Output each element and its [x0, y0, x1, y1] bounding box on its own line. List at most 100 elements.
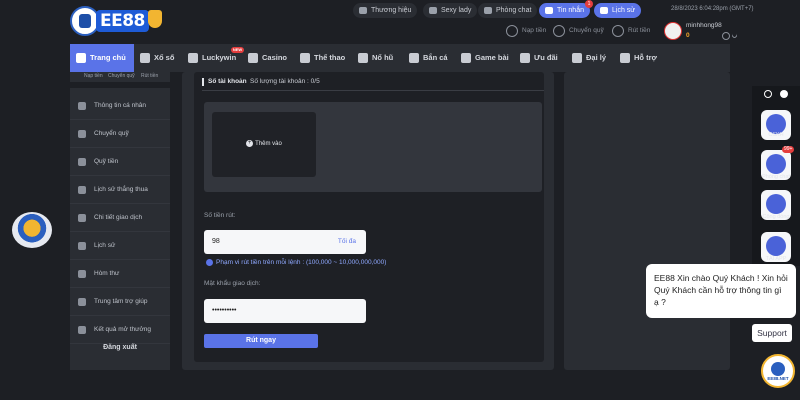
sidebar-item-transfer[interactable]: Chuyển quỹ: [70, 120, 170, 148]
amount-field[interactable]: 98 Tối đa: [204, 230, 366, 254]
floating-side-bar: CSKH 99+ Phòng chat Cộng đồng TẢI APP: [752, 86, 800, 266]
amount-value: 98: [212, 238, 220, 245]
top-link-sexy-lady[interactable]: Sexy lady: [423, 3, 478, 18]
cards-icon: [461, 53, 471, 63]
support-button[interactable]: Support: [752, 324, 792, 342]
headset-icon: [766, 114, 786, 134]
nav-slots[interactable]: Nổ hũ: [358, 44, 393, 72]
password-value: ••••••••••: [212, 307, 237, 314]
car-icon: [359, 7, 367, 14]
message-count-badge: 1: [584, 0, 593, 8]
username: minhhong98: [686, 22, 722, 29]
server-datetime: 28/8/2023 6:04:28pm (GMT+7): [671, 6, 754, 12]
info-icon: [206, 259, 213, 266]
mascot-promo-icon[interactable]: [12, 212, 52, 248]
amount-label: Số tiền rút:: [204, 212, 236, 219]
user-balance: 0: [686, 32, 690, 39]
withdraw-form: Số tài khoản Số lượng tài khoản : 0/5 + T…: [194, 72, 544, 362]
sports-icon: [300, 53, 310, 63]
casino-icon: [248, 53, 258, 63]
nav-sports[interactable]: Thể thao: [300, 44, 345, 72]
top-link-chat-room[interactable]: Phòng chat: [478, 3, 538, 18]
support-chat-bubble[interactable]: EE88 Xin chào Quý Khách ! Xin hỏi Quý Kh…: [646, 264, 796, 318]
chart-icon: [78, 186, 86, 194]
sub-tab-transfer[interactable]: Chuyển quỹ: [108, 72, 135, 80]
top-link-messages[interactable]: Tin nhắn 1: [539, 0, 593, 18]
top-link-brand[interactable]: Thương hiệu: [353, 3, 418, 18]
deposit-icon: [506, 25, 518, 37]
sidebar-item-history[interactable]: Lịch sử: [70, 232, 170, 260]
transfer-icon: [78, 130, 86, 138]
transfer-icon: [553, 25, 565, 37]
sidebar-item-help-center[interactable]: Trung tâm trợ giúp: [70, 288, 170, 316]
chat-unread-badge: 99+: [782, 146, 795, 153]
add-bank-card-button[interactable]: + Thêm vào: [212, 112, 316, 177]
sidebar-item-transactions[interactable]: Chi tiết giao dịch: [70, 204, 170, 232]
sidebar-item-results[interactable]: Kết quả mở thưởng: [70, 316, 170, 344]
ee88-net-badge[interactable]: EE88.NET: [761, 354, 795, 388]
logout-button[interactable]: Đăng xuất: [70, 344, 170, 351]
withdraw-link[interactable]: Rút tiền: [612, 24, 650, 38]
withdraw-now-button[interactable]: Rút ngay: [204, 334, 318, 348]
top-link-history[interactable]: Lịch sử: [594, 3, 641, 18]
withdraw-icon: [612, 25, 624, 37]
home-icon: [76, 53, 86, 63]
nav-support[interactable]: Hỗ trợ: [620, 44, 657, 72]
main-nav: Trang chủ Xổ số Luckywin NEW Casino Thể t…: [70, 44, 730, 72]
theme-dark-toggle[interactable]: [764, 90, 772, 98]
phone-icon: [766, 236, 786, 256]
password-label: Mật khẩu giao dịch:: [204, 280, 261, 287]
account-sidebar: Thông tin cá nhân Chuyển quỹ Quỹ tiền Lị…: [70, 88, 170, 370]
sidebar-item-mailbox[interactable]: Hòm thư: [70, 260, 170, 288]
brand-logo[interactable]: EE88: [70, 4, 162, 38]
lady-icon: [429, 7, 437, 14]
agent-icon: [572, 53, 582, 63]
nav-fishing[interactable]: Bắn cá: [409, 44, 448, 72]
account-header: Số tài khoản: [202, 78, 247, 86]
sidebar-item-profile[interactable]: Thông tin cá nhân: [70, 92, 170, 120]
sub-tab-deposit[interactable]: Nạp tiền: [84, 72, 103, 80]
withdraw-range-note: Phạm vi rút tiền trên mỗi lệnh : (100,00…: [206, 259, 386, 266]
new-badge: NEW: [230, 47, 245, 53]
sub-tab-withdraw[interactable]: Rút tiền: [141, 72, 158, 80]
help-icon: [78, 298, 86, 306]
mascot-icon: [771, 362, 785, 376]
message-icon: [545, 7, 553, 14]
community-label: Cộng đồng: [762, 214, 790, 220]
theme-light-toggle[interactable]: [780, 90, 788, 98]
divider: [202, 90, 544, 91]
bank-card-area: + Thêm vào: [204, 102, 542, 192]
chat-room-label: Phòng chat: [762, 174, 790, 180]
chevron-down-icon[interactable]: [730, 31, 739, 40]
account-count: Số lượng tài khoản : 0/5: [250, 78, 320, 85]
list-icon: [78, 214, 86, 222]
gift-icon: [520, 53, 530, 63]
logo-text: EE88: [96, 10, 149, 32]
avatar[interactable]: [664, 22, 682, 40]
plus-icon: +: [246, 139, 254, 147]
history-icon: [78, 242, 86, 250]
max-amount-button[interactable]: Tối đa: [338, 238, 356, 245]
chat-icon: [484, 7, 492, 14]
sidebar-item-funds[interactable]: Quỹ tiền: [70, 148, 170, 176]
wallet-icon: [78, 158, 86, 166]
transfer-link[interactable]: Chuyển quỹ: [553, 24, 604, 38]
top-header: EE88 Thương hiệu Sexy lady Phòng chat Ti…: [0, 0, 800, 42]
telegram-icon: [766, 194, 786, 214]
account-sub-tabs: Nạp tiền Chuyển quỹ Rút tiền: [70, 72, 170, 82]
nav-lottery[interactable]: Xổ số: [140, 44, 174, 72]
nav-card-games[interactable]: Game bài: [461, 44, 509, 72]
nav-luckywin[interactable]: Luckywin NEW: [188, 44, 245, 72]
cskh-label: CSKH: [768, 132, 784, 138]
sidebar-item-win-loss-history[interactable]: Lịch sử thắng thua: [70, 176, 170, 204]
support-icon: [620, 53, 630, 63]
nav-promotions[interactable]: Ưu đãi: [520, 44, 558, 72]
refresh-balance-icon[interactable]: [722, 32, 730, 40]
transaction-password-field[interactable]: ••••••••••: [204, 299, 366, 323]
nav-casino[interactable]: Casino: [248, 44, 287, 72]
nav-home[interactable]: Trang chủ: [70, 44, 134, 72]
slot-icon: [358, 53, 368, 63]
deposit-link[interactable]: Nạp tiền: [506, 24, 546, 38]
nav-agent[interactable]: Đại lý: [572, 44, 606, 72]
lottery-icon: [140, 53, 150, 63]
